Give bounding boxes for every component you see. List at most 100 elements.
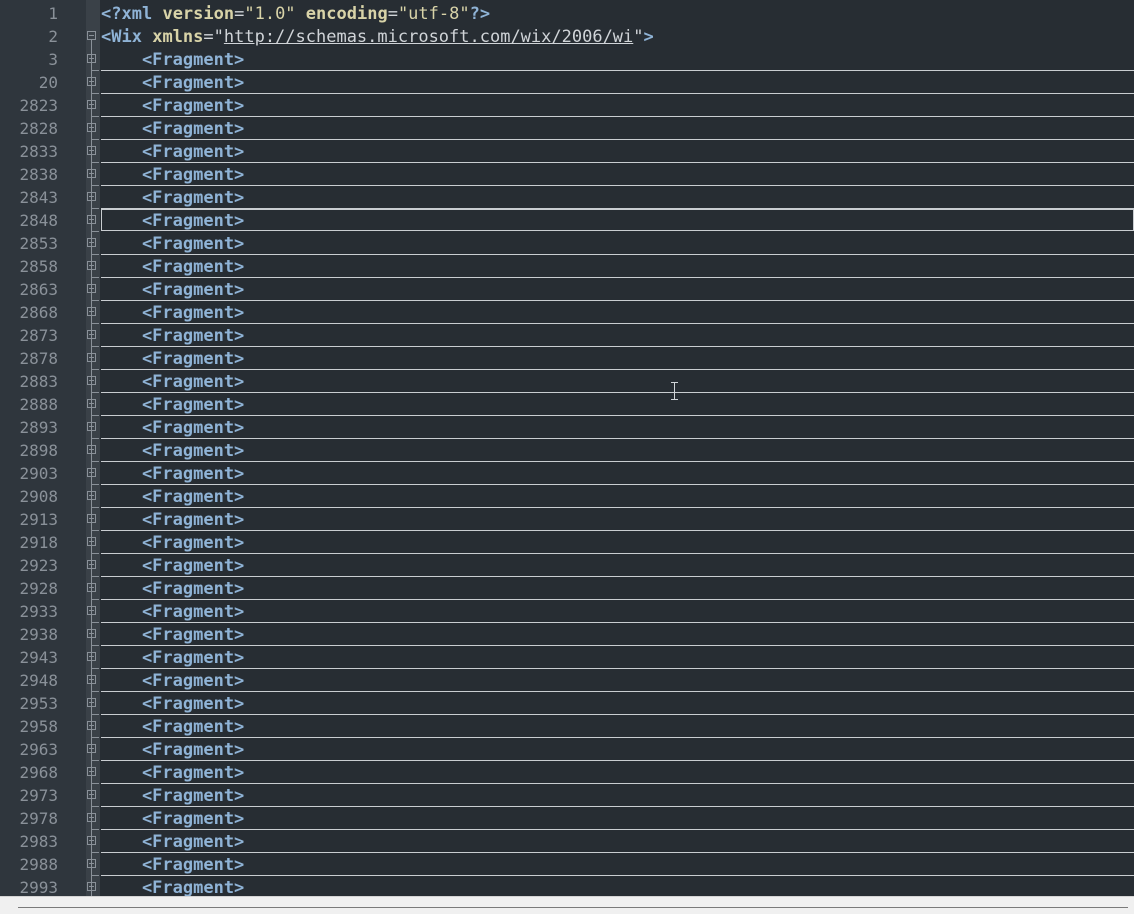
scrollbar-track[interactable] <box>18 907 1128 908</box>
code-line-fragment[interactable]: 2968 <Fragment> <box>0 761 1134 784</box>
code-line-fragment[interactable]: 2828 <Fragment> <box>0 117 1134 140</box>
code-line-fragment[interactable]: 2848 <Fragment> <box>0 209 1134 232</box>
code-line-fragment[interactable]: 2908 <Fragment> <box>0 485 1134 508</box>
code-line-fragment[interactable]: 2978 <Fragment> <box>0 807 1134 830</box>
fold-plus-icon[interactable] <box>87 537 96 546</box>
code-line-fragment[interactable]: 2953 <Fragment> <box>0 692 1134 715</box>
code-line-fragment[interactable]: 2898 <Fragment> <box>0 439 1134 462</box>
fold-plus-icon[interactable] <box>87 146 96 155</box>
code-line-fragment[interactable]: 2923 <Fragment> <box>0 554 1134 577</box>
code-line-fragment[interactable]: 2878 <Fragment> <box>0 347 1134 370</box>
code-text: <Fragment> <box>101 487 244 507</box>
fold-plus-icon[interactable] <box>87 606 96 615</box>
code-line-fragment[interactable]: 2918 <Fragment> <box>0 531 1134 554</box>
fold-plus-icon[interactable] <box>87 330 96 339</box>
code-editor[interactable]: 1 <?xml version="1.0" encoding="utf-8"?> 2… <box>0 0 1134 896</box>
fold-plus-icon[interactable] <box>87 445 96 454</box>
code-line-fragment[interactable]: 20 <Fragment> <box>0 71 1134 94</box>
fold-plus-icon[interactable] <box>87 629 96 638</box>
code-line-fragment[interactable]: 2823 <Fragment> <box>0 94 1134 117</box>
text-cursor-icon <box>669 382 681 400</box>
token-tag: <Fragment> <box>101 671 245 691</box>
fold-plus-icon[interactable] <box>87 422 96 431</box>
fold-plus-icon[interactable] <box>87 215 96 224</box>
code-line-fragment[interactable]: 2988 <Fragment> <box>0 853 1134 876</box>
code-text: <Fragment> <box>101 188 244 208</box>
fold-plus-icon[interactable] <box>87 698 96 707</box>
fold-plus-icon[interactable] <box>87 376 96 385</box>
token-tag: <Fragment> <box>101 188 245 208</box>
line-number: 2843 <box>19 188 58 207</box>
fold-plus-icon[interactable] <box>87 744 96 753</box>
fold-plus-icon[interactable] <box>87 859 96 868</box>
fold-plus-icon[interactable] <box>87 491 96 500</box>
fold-plus-icon[interactable] <box>87 261 96 270</box>
fold-plus-icon[interactable] <box>87 399 96 408</box>
code-line-root[interactable]: 2 <Wix xmlns="http://schemas.microsoft.co… <box>0 25 1134 48</box>
fold-plus-icon[interactable] <box>87 192 96 201</box>
code-line-fragment[interactable]: 2873 <Fragment> <box>0 324 1134 347</box>
code-line-fragment[interactable]: 2903 <Fragment> <box>0 462 1134 485</box>
fold-plus-icon[interactable] <box>87 583 96 592</box>
horizontal-scrollbar[interactable] <box>0 896 1134 914</box>
code-line-fragment[interactable]: 2883 <Fragment> <box>0 370 1134 393</box>
code-line-fragment[interactable]: 2833 <Fragment> <box>0 140 1134 163</box>
token-tag: <Fragment> <box>101 556 245 576</box>
code-line-fragment[interactable]: 2963 <Fragment> <box>0 738 1134 761</box>
fold-plus-icon[interactable] <box>87 560 96 569</box>
code-line-fragment[interactable]: 2868 <Fragment> <box>0 301 1134 324</box>
code-line-fragment[interactable]: 2913 <Fragment> <box>0 508 1134 531</box>
fold-plus-icon[interactable] <box>87 307 96 316</box>
fold-plus-icon[interactable] <box>87 790 96 799</box>
code-line-fragment[interactable]: 2928 <Fragment> <box>0 577 1134 600</box>
code-line-decl[interactable]: 1 <?xml version="1.0" encoding="utf-8"?> <box>0 2 1134 25</box>
code-line-fragment[interactable]: 2993 <Fragment> <box>0 876 1134 896</box>
code-line-fragment[interactable]: 2888 <Fragment> <box>0 393 1134 416</box>
code-text: <Fragment> <box>101 257 244 277</box>
fold-plus-icon[interactable] <box>87 514 96 523</box>
code-line-fragment[interactable]: 3 <Fragment> <box>0 48 1134 71</box>
code-text: <Fragment> <box>101 326 244 346</box>
token-tag: <Fragment> <box>101 878 245 896</box>
code-line-fragment[interactable]: 2948 <Fragment> <box>0 669 1134 692</box>
fold-plus-icon[interactable] <box>87 721 96 730</box>
token-attr: version <box>162 4 235 24</box>
code-line-fragment[interactable]: 2893 <Fragment> <box>0 416 1134 439</box>
fold-plus-icon[interactable] <box>87 468 96 477</box>
fold-plus-icon[interactable] <box>87 353 96 362</box>
fold-plus-icon[interactable] <box>87 169 96 178</box>
token-punct: " <box>633 27 644 47</box>
code-line-fragment[interactable]: 2943 <Fragment> <box>0 646 1134 669</box>
code-line-fragment[interactable]: 2933 <Fragment> <box>0 600 1134 623</box>
fold-plus-icon[interactable] <box>87 123 96 132</box>
line-number: 2913 <box>19 510 58 529</box>
code-line-fragment[interactable]: 2838 <Fragment> <box>0 163 1134 186</box>
token-tag: <Fragment> <box>101 625 245 645</box>
code-line-fragment[interactable]: 2843 <Fragment> <box>0 186 1134 209</box>
fold-plus-icon[interactable] <box>87 882 96 891</box>
code-line-fragment[interactable]: 2983 <Fragment> <box>0 830 1134 853</box>
token-tag: <Wix <box>101 27 142 47</box>
fold-plus-icon[interactable] <box>87 767 96 776</box>
fold-plus-icon[interactable] <box>87 675 96 684</box>
fold-plus-icon[interactable] <box>87 652 96 661</box>
code-line-fragment[interactable]: 2938 <Fragment> <box>0 623 1134 646</box>
fold-plus-icon[interactable] <box>87 238 96 247</box>
fold-plus-icon[interactable] <box>87 284 96 293</box>
code-text: <Fragment> <box>101 96 244 116</box>
code-line-fragment[interactable]: 2858 <Fragment> <box>0 255 1134 278</box>
fold-plus-icon[interactable] <box>87 813 96 822</box>
token-tag: <Fragment> <box>101 165 245 185</box>
token-tag: <Fragment> <box>101 832 245 852</box>
fold-plus-icon[interactable] <box>87 77 96 86</box>
fold-plus-icon[interactable] <box>87 100 96 109</box>
fold-plus-icon[interactable] <box>87 836 96 845</box>
token-tag: <Fragment> <box>101 579 245 599</box>
fold-minus-icon[interactable] <box>87 31 96 40</box>
code-line-fragment[interactable]: 2863 <Fragment> <box>0 278 1134 301</box>
fold-plus-icon[interactable] <box>87 54 96 63</box>
code-line-fragment[interactable]: 2958 <Fragment> <box>0 715 1134 738</box>
line-number: 2953 <box>19 694 58 713</box>
code-line-fragment[interactable]: 2853 <Fragment> <box>0 232 1134 255</box>
code-line-fragment[interactable]: 2973 <Fragment> <box>0 784 1134 807</box>
